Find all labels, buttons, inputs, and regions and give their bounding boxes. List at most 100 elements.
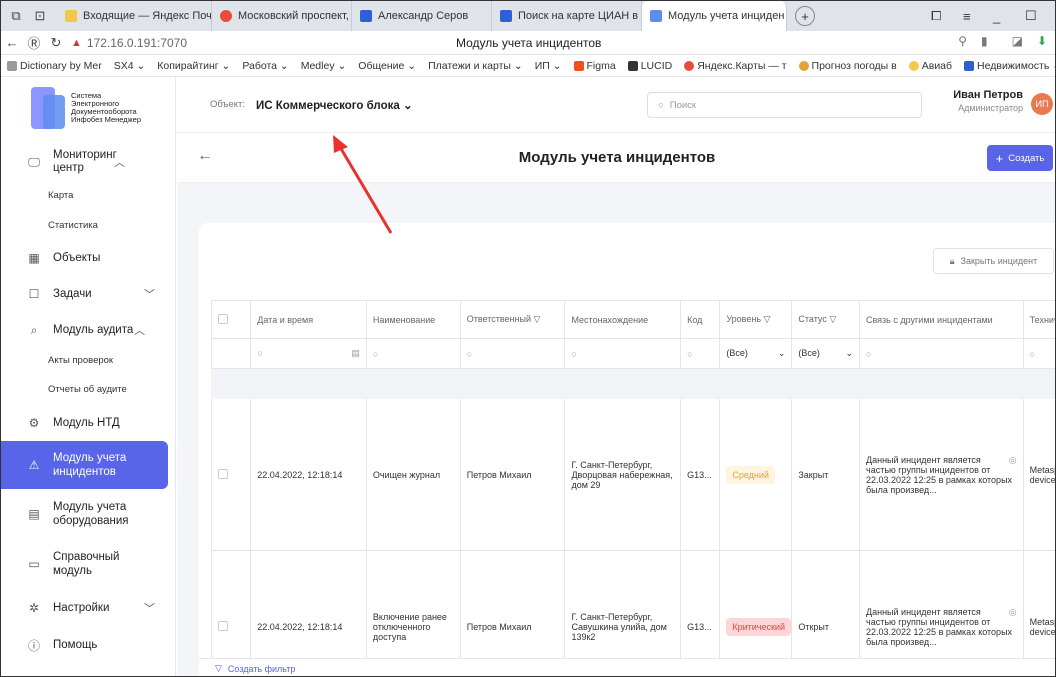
logo-mark: [31, 87, 65, 129]
key-icon[interactable]: ⚲: [958, 34, 967, 48]
filter-icon[interactable]: ▽: [764, 314, 771, 324]
calendar-icon[interactable]: ▤: [351, 348, 360, 359]
owner-filter[interactable]: ○: [459, 338, 566, 369]
spacer-row: [211, 368, 1055, 399]
browser-menu-icon[interactable]: ⧉: [7, 7, 25, 25]
col-tech[interactable]: Технические пар: [1022, 300, 1055, 339]
new-tab-button[interactable]: +: [795, 6, 815, 26]
chat-icon: ▭: [28, 557, 40, 571]
select-all-cell: [210, 300, 252, 339]
row-checkbox[interactable]: [218, 620, 228, 631]
bookmark-work[interactable]: Работа ⌄: [242, 60, 288, 72]
col-date[interactable]: Дата и время: [250, 300, 367, 339]
col-links[interactable]: Связь с другими инцидентами: [859, 300, 1024, 339]
sidebar-item-equipment[interactable]: ▤ Модуль учета оборудования: [1, 489, 175, 539]
sidebar-item-settings[interactable]: ✲ Настройки ﹀: [1, 589, 175, 627]
bookmark-weather[interactable]: Прогноз погоды в: [798, 60, 897, 72]
bookmark-realty[interactable]: Недвижимость ⌄: [964, 60, 1055, 72]
sidebar-item-audit-reports[interactable]: Отчеты об аудите: [1, 375, 175, 405]
bookmark-yandex-maps[interactable]: Яндекс.Карты — т: [684, 60, 787, 72]
dictionary-icon: [7, 60, 17, 71]
tab-map[interactable]: Московский проспект, 18: [212, 1, 352, 31]
col-name[interactable]: Наименование: [365, 300, 461, 339]
filter-row: ○ ▤ ○ ○ ○ ○ (Все) ⌄ (Все) ⌄ ○ ○: [210, 338, 1055, 369]
sidebar-item-stats[interactable]: Статистика: [1, 211, 175, 241]
bookmark-copywriting[interactable]: Копирайтинг ⌄: [157, 60, 230, 72]
url-field[interactable]: ▲ 172.16.0.191:7070: [71, 36, 187, 50]
sidebar-item-audit-acts[interactable]: Акты проверок: [1, 347, 175, 375]
tab-mail[interactable]: Входящие — Яндекс Почт: [57, 1, 212, 31]
tab-cian[interactable]: Поиск на карте ЦИАН в Л: [492, 1, 642, 31]
col-location[interactable]: Местонахождение: [564, 300, 682, 339]
close-incident-button[interactable]: 🔒︎ Закрыть инцидент: [933, 248, 1054, 274]
create-button[interactable]: + Создать: [987, 145, 1053, 171]
tab-strip-icon[interactable]: ⊡: [31, 7, 49, 25]
name-filter[interactable]: ○: [365, 338, 461, 369]
bookmark-dictionary[interactable]: Dictionary by Mer: [7, 60, 102, 72]
chevron-up-icon: ︿: [134, 325, 145, 337]
col-status[interactable]: Статус ▽: [791, 300, 860, 339]
bookmark-lucid[interactable]: LUCID: [627, 60, 672, 72]
create-filter-link[interactable]: ▽ Создать фильтр: [199, 658, 1055, 676]
page-header: ← Модуль учета инцидентов + Создать: [177, 133, 1055, 183]
maximize-button[interactable]: ☐: [1025, 1, 1037, 31]
sidebar-item-tasks[interactable]: ☐ Задачи ﹀: [1, 275, 175, 313]
col-owner[interactable]: Ответственный ▽: [459, 300, 566, 339]
cell-code: G13...: [680, 398, 721, 551]
chevron-up-icon: ︿: [114, 157, 125, 169]
tasks-icon: ☐: [28, 287, 40, 301]
col-code[interactable]: Код: [680, 300, 721, 339]
download-icon[interactable]: ⬇: [1037, 34, 1047, 48]
search-icon: ○: [466, 348, 473, 359]
back-icon[interactable]: ←: [1, 35, 23, 50]
bookmark-avia[interactable]: Авиаб: [908, 60, 952, 72]
bookmark-medley[interactable]: Medley ⌄: [301, 60, 347, 72]
user-info[interactable]: Иван Петров Администратор: [953, 89, 1023, 113]
level-filter-select[interactable]: (Все) ⌄: [719, 338, 793, 369]
tab-incidents[interactable]: Модуль учета инциден ×: [642, 1, 787, 31]
tech-filter[interactable]: ○: [1022, 338, 1055, 369]
sidebar-item-help[interactable]: ⓘ Помощь: [1, 627, 175, 663]
sidebar-item-monitoring[interactable]: 🖵 Мониторинг центр ︿: [1, 143, 175, 181]
bookmark-sx4[interactable]: SX4 ⌄: [114, 60, 146, 72]
sidebar-item-reference[interactable]: ▭ Справочный модуль: [1, 539, 175, 589]
filter-icon[interactable]: ▽: [534, 314, 541, 324]
location-filter[interactable]: ○: [564, 338, 682, 369]
sidebar-item-incidents[interactable]: ⚠ Модуль учета инцидентов: [1, 441, 168, 489]
bookmark-ip[interactable]: ИП ⌄: [535, 60, 562, 72]
date-filter[interactable]: ○ ▤: [250, 338, 367, 369]
code-filter[interactable]: ○: [680, 338, 721, 369]
table-row[interactable]: 22.04.2022, 12:18:14 Очищен журнал Петро…: [210, 398, 1055, 551]
yandex-icon[interactable]: Ⓡ: [23, 33, 45, 52]
tab-vk[interactable]: Александр Серов: [352, 1, 492, 31]
bookmark-payments[interactable]: Платежи и карты ⌄: [428, 60, 523, 72]
sidebar-item-objects[interactable]: ▦ Объекты: [1, 241, 175, 275]
plus-icon: +: [995, 150, 1004, 166]
eye-icon[interactable]: ◎: [1009, 607, 1017, 618]
bookmark-icon[interactable]: ▮: [981, 34, 988, 48]
menu-icon[interactable]: ≡: [963, 1, 971, 31]
object-selector[interactable]: ИС Коммерческого блока ⌄: [256, 98, 413, 112]
grid-icon: ▦: [28, 251, 40, 265]
bookmark-social[interactable]: Общение ⌄: [358, 60, 416, 72]
app-logo[interactable]: Система Электронного Документооборота Ин…: [1, 77, 175, 139]
search-icon: ○: [1029, 348, 1036, 359]
sidebar-item-ntd[interactable]: ⚙ Модуль НТД: [1, 405, 175, 441]
sidebar-item-audit[interactable]: ⌕ Модуль аудита ︿: [1, 313, 175, 347]
col-level[interactable]: Уровень ▽: [719, 300, 793, 339]
row-checkbox[interactable]: [218, 468, 228, 479]
select-all-checkbox[interactable]: [218, 313, 228, 324]
reload-icon[interactable]: ↻: [45, 35, 67, 51]
links-filter[interactable]: ○: [859, 338, 1024, 369]
sidebar-item-map[interactable]: Карта: [1, 181, 175, 211]
collection-icon[interactable]: ⧠: [931, 1, 941, 31]
status-filter-select[interactable]: (Все) ⌄: [791, 338, 860, 369]
filter-icon[interactable]: ▽: [829, 314, 836, 324]
extensions-icon[interactable]: ◪: [1012, 34, 1023, 48]
eye-icon[interactable]: ◎: [1009, 455, 1017, 466]
bookmark-figma[interactable]: Figma: [573, 60, 616, 72]
avatar[interactable]: ИП: [1031, 93, 1053, 115]
search-input[interactable]: ○ Поиск: [647, 92, 922, 118]
minimize-button[interactable]: _: [993, 1, 1000, 31]
browser-window: ⧉ ⊡ Входящие — Яндекс Почт Московский пр…: [0, 0, 1056, 677]
